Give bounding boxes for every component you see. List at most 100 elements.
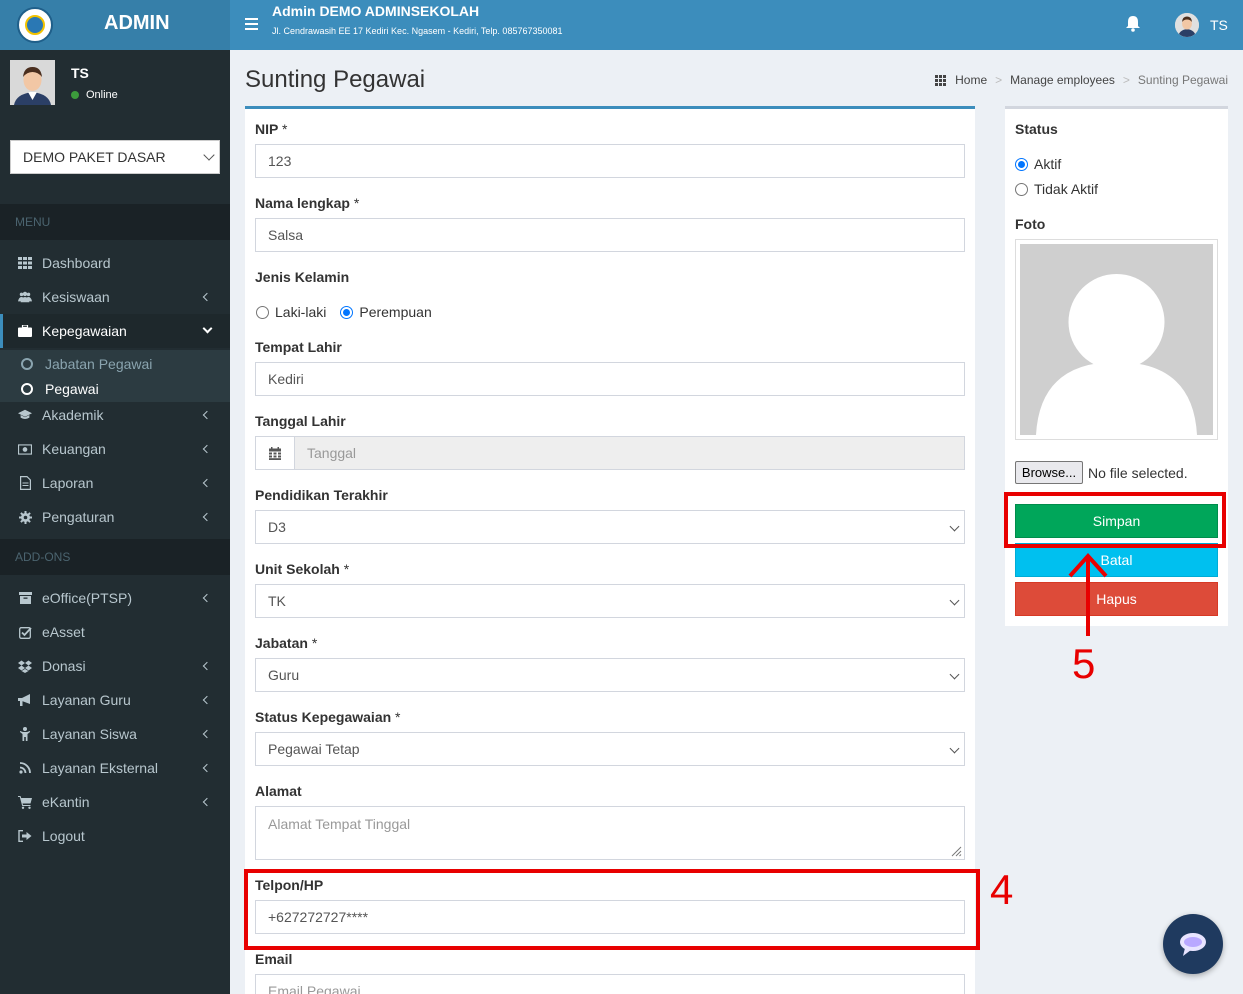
user-avatar-icon[interactable] bbox=[1175, 13, 1199, 37]
user-panel: TS Online bbox=[0, 50, 230, 130]
chevron-down-icon bbox=[202, 323, 213, 334]
user-status: Online bbox=[71, 89, 118, 101]
radio-tidak-aktif-label[interactable]: Tidak Aktif bbox=[1034, 181, 1098, 197]
gear-icon bbox=[18, 510, 32, 524]
sidebar-item-label: eAsset bbox=[42, 624, 85, 640]
sidebar-item-label: eOffice(PTSP) bbox=[42, 590, 132, 606]
document-icon bbox=[18, 476, 32, 490]
default-avatar-icon bbox=[1020, 244, 1213, 435]
chevron-left-icon bbox=[202, 512, 212, 522]
chevron-left-icon bbox=[202, 797, 212, 807]
sidebar-item-label: Akademik bbox=[42, 407, 104, 423]
alamat-label: Alamat bbox=[255, 783, 302, 799]
unit-sekolah-select[interactable]: TK bbox=[255, 584, 965, 618]
sidebar-item-easset[interactable]: eAsset bbox=[0, 615, 230, 649]
nama-input[interactable]: Salsa bbox=[255, 218, 965, 252]
chevron-left-icon bbox=[202, 763, 212, 773]
chevron-down-icon bbox=[949, 669, 960, 680]
email-label: Email bbox=[255, 951, 293, 967]
submenu-item-label: Pegawai bbox=[45, 380, 99, 397]
status-kepegawaian-select[interactable]: Pegawai Tetap bbox=[255, 732, 965, 766]
sidebar-item-akademik[interactable]: Akademik bbox=[0, 398, 230, 432]
nip-label: NIP * bbox=[255, 121, 288, 137]
tanggal-lahir-input[interactable]: Tanggal bbox=[294, 436, 965, 470]
rss-icon bbox=[18, 761, 32, 775]
chat-widget-button[interactable] bbox=[1163, 914, 1223, 974]
photo-preview bbox=[1015, 239, 1218, 440]
sidebar-item-dashboard[interactable]: Dashboard bbox=[0, 246, 230, 280]
sidebar-item-layanan-guru[interactable]: Layanan Guru bbox=[0, 683, 230, 717]
top-navbar: Admin DEMO ADMINSEKOLAH Jl. Cendrawasih … bbox=[230, 0, 1243, 50]
chevron-left-icon bbox=[202, 695, 212, 705]
user-status-text: Online bbox=[86, 89, 118, 101]
sidebar-item-label: Dashboard bbox=[42, 255, 111, 271]
sidebar-item-laporan[interactable]: Laporan bbox=[0, 466, 230, 500]
chevron-left-icon bbox=[202, 593, 212, 603]
sidebar-item-kesiswaan[interactable]: Kesiswaan bbox=[0, 280, 230, 314]
sidebar-item-layanan-siswa[interactable]: Layanan Siswa bbox=[0, 717, 230, 751]
breadcrumb-manage-employees[interactable]: Manage employees bbox=[1010, 73, 1115, 87]
tempat-lahir-input[interactable]: Kediri bbox=[255, 362, 965, 396]
alamat-placeholder: Alamat Tempat Tinggal bbox=[268, 816, 411, 832]
bell-icon[interactable] bbox=[1126, 15, 1140, 32]
alamat-textarea[interactable]: Alamat Tempat Tinggal bbox=[255, 806, 965, 860]
sidebar-item-layanan-eksternal[interactable]: Layanan Eksternal bbox=[0, 751, 230, 785]
sign-out-icon bbox=[18, 829, 32, 843]
sidebar-logo[interactable]: ADMIN bbox=[0, 0, 230, 50]
sidebar-item-label: Layanan Siswa bbox=[42, 726, 137, 742]
resize-grip-icon[interactable] bbox=[950, 845, 962, 857]
foto-label: Foto bbox=[1015, 216, 1046, 232]
school-select[interactable]: DEMO PAKET DASAR bbox=[10, 140, 220, 174]
radio-aktif[interactable] bbox=[1015, 157, 1028, 171]
jabatan-select[interactable]: Guru bbox=[255, 658, 965, 692]
circle-icon bbox=[21, 357, 33, 370]
radio-laki-laki-label[interactable]: Laki-laki bbox=[275, 304, 326, 320]
sidebar-item-eoffice[interactable]: eOffice(PTSP) bbox=[0, 581, 230, 615]
chevron-left-icon bbox=[202, 478, 212, 488]
sidebar-item-pengaturan[interactable]: Pengaturan bbox=[0, 500, 230, 534]
organization-name: Admin DEMO ADMINSEKOLAH bbox=[272, 3, 480, 19]
sidebar: ADMIN TS Online DEMO PAKET DASAR MENU Da… bbox=[0, 0, 230, 994]
tempat-lahir-label: Tempat Lahir bbox=[255, 339, 342, 355]
submenu-item-jabatan-pegawai[interactable]: Jabatan Pegawai bbox=[0, 351, 230, 376]
radio-tidak-aktif[interactable] bbox=[1015, 182, 1028, 196]
sidebar-item-label: Donasi bbox=[42, 658, 86, 674]
status-label: Status bbox=[1015, 121, 1058, 137]
radio-laki-laki[interactable] bbox=[256, 305, 269, 319]
breadcrumb-separator: > bbox=[995, 73, 1003, 87]
user-initials[interactable]: TS bbox=[1210, 17, 1228, 33]
status-aktif-option[interactable]: Aktif bbox=[1015, 156, 1061, 172]
sidebar-item-logout[interactable]: Logout bbox=[0, 819, 230, 853]
tut-wuri-logo-icon bbox=[17, 7, 53, 43]
breadcrumb-home[interactable]: Home bbox=[955, 73, 987, 87]
online-dot-icon bbox=[71, 91, 79, 99]
sidebar-item-label: eKantin bbox=[42, 794, 90, 810]
chat-icon bbox=[1180, 933, 1206, 956]
no-file-text: No file selected. bbox=[1088, 465, 1188, 481]
user-name: TS bbox=[71, 65, 89, 81]
radio-perempuan[interactable] bbox=[340, 305, 354, 319]
sidebar-item-label: Laporan bbox=[42, 475, 94, 491]
chevron-left-icon bbox=[202, 410, 212, 420]
radio-perempuan-label[interactable]: Perempuan bbox=[359, 304, 431, 320]
browse-file-button[interactable]: Browse... bbox=[1015, 461, 1083, 484]
chevron-left-icon bbox=[202, 292, 212, 302]
sidebar-item-donasi[interactable]: Donasi bbox=[0, 649, 230, 683]
nip-input[interactable]: 123 bbox=[255, 144, 965, 178]
unit-sekolah-label: Unit Sekolah * bbox=[255, 561, 350, 577]
sidebar-item-kepegawaian[interactable]: Kepegawaian bbox=[0, 314, 230, 348]
sidebar-item-label: Kepegawaian bbox=[42, 323, 127, 339]
sidebar-item-ekantin[interactable]: eKantin bbox=[0, 785, 230, 819]
arrow-up-icon bbox=[1068, 553, 1108, 636]
delete-button[interactable]: Hapus bbox=[1015, 582, 1218, 616]
email-input[interactable]: Email Pegawai bbox=[255, 974, 965, 994]
status-tidak-aktif-option[interactable]: Tidak Aktif bbox=[1015, 181, 1098, 197]
tanggal-lahir-label: Tanggal Lahir bbox=[255, 413, 346, 429]
sidebar-item-keuangan[interactable]: Keuangan bbox=[0, 432, 230, 466]
cancel-button[interactable]: Batal bbox=[1015, 543, 1218, 577]
hamburger-menu-icon[interactable] bbox=[245, 18, 258, 33]
chevron-down-icon bbox=[949, 521, 960, 532]
radio-aktif-label[interactable]: Aktif bbox=[1034, 156, 1061, 172]
pendidikan-select[interactable]: D3 bbox=[255, 510, 965, 544]
calendar-icon[interactable] bbox=[255, 436, 295, 470]
